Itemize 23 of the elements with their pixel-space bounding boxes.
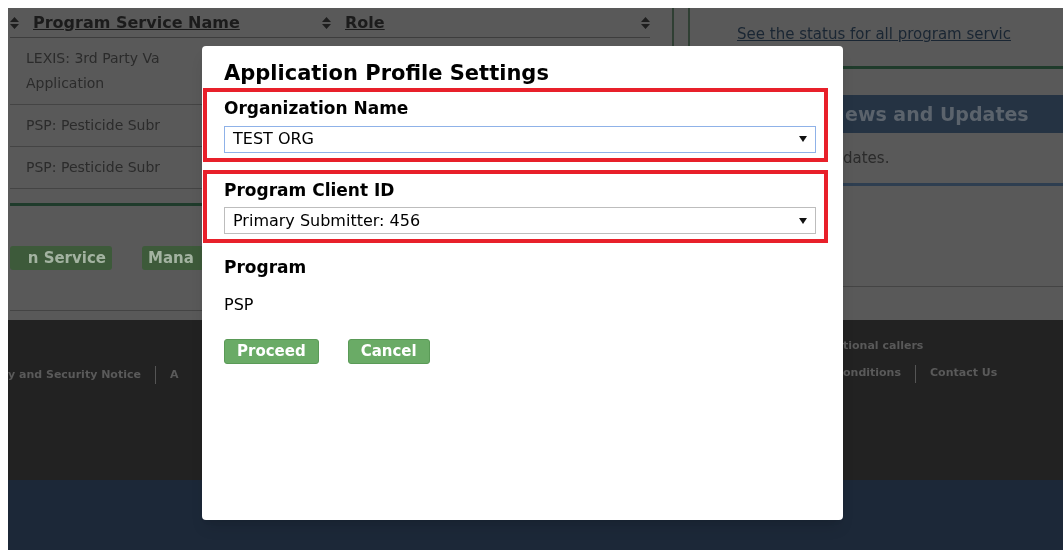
footer-link[interactable]: y and Security Notice [8,366,141,384]
column-header[interactable]: Program Service Name [33,10,240,35]
footer-link[interactable]: A [169,366,179,384]
sort-icon[interactable] [322,16,331,29]
sort-icon[interactable] [10,16,19,29]
footer-link[interactable]: onditions [843,365,901,382]
field-label: Program Client ID [224,178,396,202]
footer-link[interactable]: Contact Us [930,365,998,382]
page-button[interactable]: Mana [142,246,204,270]
field-label: Organization Name [224,97,410,120]
status-link[interactable]: See the status for all program servic [737,25,1011,43]
sort-icon[interactable] [641,16,650,29]
select-field[interactable]: Primary Submitter: 456 [224,207,816,234]
select-field[interactable]: TEST ORG [224,125,816,153]
caret-icon [799,136,807,142]
program-value: PSP [224,293,255,316]
field-label: Program [224,256,308,279]
column-header[interactable]: Role [345,10,385,35]
caret-icon [799,217,807,224]
page-button[interactable]: n Service [10,246,112,270]
dialog-title: Application Profile Settings [224,60,550,86]
dialog-button[interactable]: Cancel [347,338,430,364]
dialog-button[interactable]: Proceed [224,338,319,364]
